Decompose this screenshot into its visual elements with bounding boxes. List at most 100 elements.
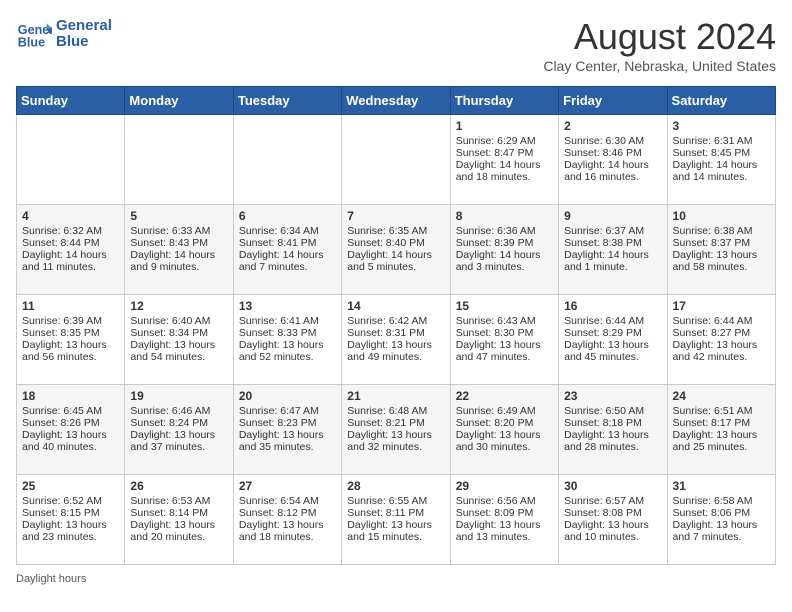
- calendar-body: 1Sunrise: 6:29 AMSunset: 8:47 PMDaylight…: [17, 115, 776, 565]
- calendar-cell: [125, 115, 233, 205]
- day-number: 13: [239, 299, 336, 313]
- day-info: Daylight: 13 hours and 20 minutes.: [130, 519, 227, 543]
- day-number: 25: [22, 479, 119, 493]
- calendar-cell: 31Sunrise: 6:58 AMSunset: 8:06 PMDayligh…: [667, 475, 775, 565]
- col-header-tuesday: Tuesday: [233, 87, 341, 115]
- day-info: Daylight: 13 hours and 40 minutes.: [22, 429, 119, 453]
- calendar-cell: 5Sunrise: 6:33 AMSunset: 8:43 PMDaylight…: [125, 205, 233, 295]
- calendar-cell: 9Sunrise: 6:37 AMSunset: 8:38 PMDaylight…: [559, 205, 667, 295]
- day-info: Sunrise: 6:44 AM: [564, 315, 661, 327]
- day-number: 18: [22, 389, 119, 403]
- day-info: Sunrise: 6:43 AM: [456, 315, 553, 327]
- day-number: 31: [673, 479, 770, 493]
- page-header: General Blue General Blue August 2024 Cl…: [16, 16, 776, 74]
- day-info: Sunset: 8:35 PM: [22, 327, 119, 339]
- day-info: Sunrise: 6:51 AM: [673, 405, 770, 417]
- calendar-cell: [342, 115, 450, 205]
- calendar-cell: 18Sunrise: 6:45 AMSunset: 8:26 PMDayligh…: [17, 385, 125, 475]
- calendar-cell: 23Sunrise: 6:50 AMSunset: 8:18 PMDayligh…: [559, 385, 667, 475]
- day-info: Sunset: 8:08 PM: [564, 507, 661, 519]
- day-number: 5: [130, 209, 227, 223]
- logo: General Blue General Blue: [16, 16, 112, 52]
- day-info: Sunrise: 6:42 AM: [347, 315, 444, 327]
- calendar-row: 11Sunrise: 6:39 AMSunset: 8:35 PMDayligh…: [17, 295, 776, 385]
- calendar-cell: 15Sunrise: 6:43 AMSunset: 8:30 PMDayligh…: [450, 295, 558, 385]
- day-number: 11: [22, 299, 119, 313]
- calendar-cell: 20Sunrise: 6:47 AMSunset: 8:23 PMDayligh…: [233, 385, 341, 475]
- day-number: 7: [347, 209, 444, 223]
- day-number: 24: [673, 389, 770, 403]
- calendar-cell: 6Sunrise: 6:34 AMSunset: 8:41 PMDaylight…: [233, 205, 341, 295]
- day-info: Sunrise: 6:36 AM: [456, 225, 553, 237]
- calendar-table: SundayMondayTuesdayWednesdayThursdayFrid…: [16, 86, 776, 565]
- day-info: Sunset: 8:40 PM: [347, 237, 444, 249]
- day-info: Sunrise: 6:34 AM: [239, 225, 336, 237]
- day-number: 12: [130, 299, 227, 313]
- calendar-cell: 16Sunrise: 6:44 AMSunset: 8:29 PMDayligh…: [559, 295, 667, 385]
- day-info: Sunrise: 6:47 AM: [239, 405, 336, 417]
- day-info: Sunset: 8:31 PM: [347, 327, 444, 339]
- day-info: Daylight: 14 hours and 3 minutes.: [456, 249, 553, 273]
- day-info: Sunrise: 6:56 AM: [456, 495, 553, 507]
- day-number: 19: [130, 389, 227, 403]
- calendar-cell: 2Sunrise: 6:30 AMSunset: 8:46 PMDaylight…: [559, 115, 667, 205]
- day-info: Sunset: 8:34 PM: [130, 327, 227, 339]
- day-info: Daylight: 14 hours and 16 minutes.: [564, 159, 661, 183]
- day-info: Daylight: 13 hours and 52 minutes.: [239, 339, 336, 363]
- calendar-cell: 13Sunrise: 6:41 AMSunset: 8:33 PMDayligh…: [233, 295, 341, 385]
- calendar-cell: 28Sunrise: 6:55 AMSunset: 8:11 PMDayligh…: [342, 475, 450, 565]
- day-info: Sunset: 8:29 PM: [564, 327, 661, 339]
- day-info: Daylight: 13 hours and 23 minutes.: [22, 519, 119, 543]
- day-info: Sunset: 8:24 PM: [130, 417, 227, 429]
- day-info: Sunset: 8:12 PM: [239, 507, 336, 519]
- day-info: Sunrise: 6:55 AM: [347, 495, 444, 507]
- day-info: Sunrise: 6:33 AM: [130, 225, 227, 237]
- day-number: 2: [564, 119, 661, 133]
- calendar-cell: 3Sunrise: 6:31 AMSunset: 8:45 PMDaylight…: [667, 115, 775, 205]
- day-info: Sunset: 8:11 PM: [347, 507, 444, 519]
- calendar-cell: [17, 115, 125, 205]
- day-info: Daylight: 14 hours and 5 minutes.: [347, 249, 444, 273]
- day-info: Daylight: 14 hours and 11 minutes.: [22, 249, 119, 273]
- day-info: Sunrise: 6:49 AM: [456, 405, 553, 417]
- day-info: Daylight: 14 hours and 14 minutes.: [673, 159, 770, 183]
- day-info: Daylight: 13 hours and 37 minutes.: [130, 429, 227, 453]
- day-number: 26: [130, 479, 227, 493]
- day-info: Sunrise: 6:31 AM: [673, 135, 770, 147]
- day-info: Sunset: 8:44 PM: [22, 237, 119, 249]
- footer: Daylight hours: [16, 573, 776, 585]
- day-number: 3: [673, 119, 770, 133]
- header-row: SundayMondayTuesdayWednesdayThursdayFrid…: [17, 87, 776, 115]
- day-number: 14: [347, 299, 444, 313]
- calendar-cell: 7Sunrise: 6:35 AMSunset: 8:40 PMDaylight…: [342, 205, 450, 295]
- day-info: Sunset: 8:15 PM: [22, 507, 119, 519]
- calendar-cell: 26Sunrise: 6:53 AMSunset: 8:14 PMDayligh…: [125, 475, 233, 565]
- calendar-cell: 24Sunrise: 6:51 AMSunset: 8:17 PMDayligh…: [667, 385, 775, 475]
- day-info: Sunset: 8:27 PM: [673, 327, 770, 339]
- day-info: Daylight: 13 hours and 30 minutes.: [456, 429, 553, 453]
- day-info: Sunrise: 6:57 AM: [564, 495, 661, 507]
- col-header-sunday: Sunday: [17, 87, 125, 115]
- day-info: Daylight: 13 hours and 49 minutes.: [347, 339, 444, 363]
- day-info: Sunrise: 6:46 AM: [130, 405, 227, 417]
- day-info: Daylight: 13 hours and 56 minutes.: [22, 339, 119, 363]
- day-info: Daylight: 14 hours and 18 minutes.: [456, 159, 553, 183]
- day-info: Daylight: 13 hours and 25 minutes.: [673, 429, 770, 453]
- day-info: Sunrise: 6:41 AM: [239, 315, 336, 327]
- day-info: Sunrise: 6:45 AM: [22, 405, 119, 417]
- day-info: Daylight: 13 hours and 13 minutes.: [456, 519, 553, 543]
- calendar-row: 25Sunrise: 6:52 AMSunset: 8:15 PMDayligh…: [17, 475, 776, 565]
- calendar-cell: 11Sunrise: 6:39 AMSunset: 8:35 PMDayligh…: [17, 295, 125, 385]
- day-info: Sunset: 8:23 PM: [239, 417, 336, 429]
- calendar-cell: 14 Sunrise: 6:42 AMSunset: 8:31 PMDayligh…: [342, 295, 450, 385]
- day-info: Daylight: 13 hours and 28 minutes.: [564, 429, 661, 453]
- day-number: 29: [456, 479, 553, 493]
- day-number: 8: [456, 209, 553, 223]
- day-info: Daylight: 14 hours and 9 minutes.: [130, 249, 227, 273]
- day-number: 30: [564, 479, 661, 493]
- calendar-row: 1Sunrise: 6:29 AMSunset: 8:47 PMDaylight…: [17, 115, 776, 205]
- col-header-friday: Friday: [559, 87, 667, 115]
- day-number: 1: [456, 119, 553, 133]
- day-info: Sunset: 8:47 PM: [456, 147, 553, 159]
- day-number: 17: [673, 299, 770, 313]
